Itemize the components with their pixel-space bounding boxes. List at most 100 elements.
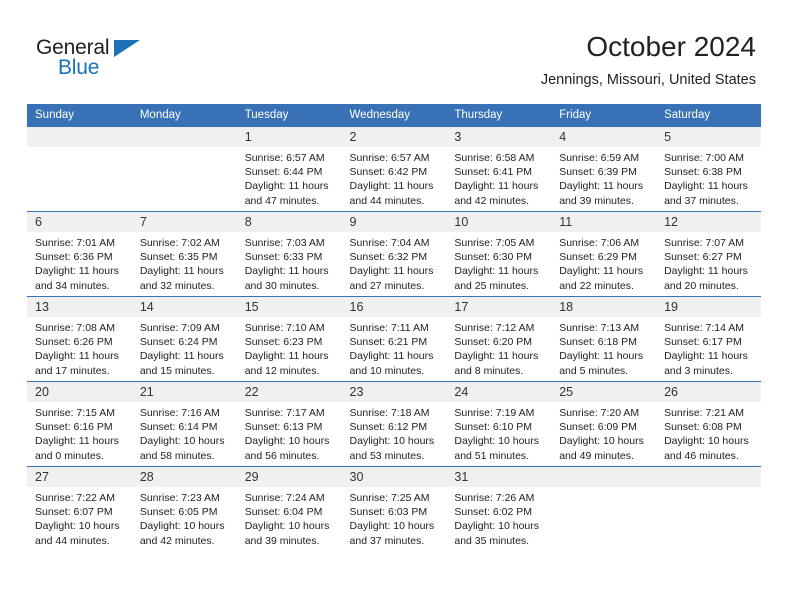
day-details: Sunrise: 7:26 AM Sunset: 6:02 PM Daylight:…	[446, 487, 551, 548]
sunrise-text: Sunrise: 7:02 AM	[139, 237, 220, 249]
calendar-day-cell[interactable]: 11 Sunrise: 7:06 AM Sunset: 6:29 PM Dayligh…	[551, 211, 657, 297]
calendar-day-cell[interactable]: 14 Sunrise: 7:09 AM Sunset: 6:24 PM Dayligh…	[131, 296, 237, 382]
sunrise-text: Sunrise: 6:58 AM	[454, 152, 535, 164]
calendar-day-cell[interactable]: 19 Sunrise: 7:14 AM Sunset: 6:17 PM Dayligh…	[656, 296, 761, 382]
calendar-body: 1 Sunrise: 6:57 AM Sunset: 6:44 PM Daylight…	[27, 126, 761, 551]
calendar-day-cell[interactable]: 31 Sunrise: 7:26 AM Sunset: 6:02 PM Dayligh…	[446, 466, 552, 551]
day-number: 24	[446, 382, 552, 402]
calendar-day-cell[interactable]: 10 Sunrise: 7:05 AM Sunset: 6:30 PM Dayligh…	[446, 211, 552, 297]
sunrise-text: Sunrise: 7:11 AM	[349, 322, 429, 334]
daylight-text: Daylight: 11 hours	[35, 265, 119, 278]
day-number: 17	[446, 297, 552, 317]
triangle-flag-icon	[114, 40, 140, 57]
daylight-text: Daylight: 11 hours	[244, 180, 329, 193]
weekday-header-monday: Monday	[131, 104, 237, 127]
day-number: 3	[446, 127, 552, 147]
calendar-day-cell[interactable]: 7 Sunrise: 7:02 AM Sunset: 6:35 PM Daylight…	[131, 211, 237, 297]
calendar-day-cell[interactable]: 25 Sunrise: 7:20 AM Sunset: 6:09 PM Dayligh…	[551, 381, 657, 467]
daylight-text: Daylight: 11 hours	[454, 180, 539, 193]
sunset-text: Sunset: 6:27 PM	[664, 251, 742, 264]
calendar-day-cell[interactable]: 15 Sunrise: 7:10 AM Sunset: 6:23 PM Dayligh…	[236, 296, 342, 382]
calendar-day-cell[interactable]: 1 Sunrise: 6:57 AM Sunset: 6:44 PM Daylight…	[236, 126, 342, 212]
sunset-text: Sunset: 6:10 PM	[454, 421, 533, 434]
day-number: 4	[551, 127, 657, 147]
day-details: Sunrise: 7:05 AM Sunset: 6:30 PM Daylight:…	[446, 232, 551, 293]
calendar-day-cell[interactable]: 12 Sunrise: 7:07 AM Sunset: 6:27 PM Dayligh…	[656, 211, 761, 297]
calendar-day-cell[interactable]: 30 Sunrise: 7:25 AM Sunset: 6:03 PM Dayligh…	[341, 466, 447, 551]
daylight-text: Daylight: 10 hours	[139, 520, 225, 533]
sunrise-text: Sunrise: 7:07 AM	[664, 237, 745, 249]
sunrise-text: Sunrise: 7:20 AM	[559, 407, 640, 419]
calendar-day-cell[interactable]: 27 Sunrise: 7:22 AM Sunset: 6:07 PM Dayligh…	[27, 466, 132, 551]
calendar-day-cell[interactable]: 3 Sunrise: 6:58 AM Sunset: 6:41 PM Daylight…	[446, 126, 552, 212]
calendar-week-row: 1 Sunrise: 6:57 AM Sunset: 6:44 PM Daylight…	[27, 126, 761, 212]
day-number: 8	[236, 212, 342, 232]
brand-logo[interactable]: General Blue	[36, 36, 166, 82]
daylight-text: Daylight: 11 hours	[559, 350, 644, 363]
day-number: 16	[341, 297, 447, 317]
calendar-week-row: 27 Sunrise: 7:22 AM Sunset: 6:07 PM Dayligh…	[27, 466, 761, 551]
daylight-text: and 56 minutes.	[244, 449, 320, 462]
calendar-day-cell[interactable]: 16 Sunrise: 7:11 AM Sunset: 6:21 PM Dayligh…	[341, 296, 447, 382]
day-number: 11	[551, 212, 657, 232]
sunrise-text: Sunrise: 7:26 AM	[454, 492, 535, 504]
daylight-text: and 51 minutes.	[454, 449, 530, 462]
sunset-text: Sunset: 6:18 PM	[559, 336, 637, 349]
calendar-day-cell[interactable]: 4 Sunrise: 6:59 AM Sunset: 6:39 PM Daylight…	[551, 126, 657, 212]
calendar-day-cell[interactable]: 18 Sunrise: 7:13 AM Sunset: 6:18 PM Dayligh…	[551, 296, 657, 382]
day-number: 30	[341, 467, 447, 487]
daylight-text: and 0 minutes.	[35, 449, 104, 462]
sunset-text: Sunset: 6:21 PM	[349, 336, 428, 349]
day-number: 31	[446, 467, 552, 487]
daylight-text: and 58 minutes.	[139, 449, 215, 462]
daylight-text: Daylight: 11 hours	[664, 180, 748, 193]
calendar-day-cell[interactable]: 29 Sunrise: 7:24 AM Sunset: 6:04 PM Dayligh…	[236, 466, 342, 551]
calendar-day-cell[interactable]: 20 Sunrise: 7:15 AM Sunset: 6:16 PM Dayligh…	[27, 381, 132, 467]
calendar-day-cell[interactable]: 22 Sunrise: 7:17 AM Sunset: 6:13 PM Dayligh…	[236, 381, 342, 467]
calendar-day-cell[interactable]: 8 Sunrise: 7:03 AM Sunset: 6:33 PM Daylight…	[236, 211, 342, 297]
day-details: Sunrise: 7:18 AM Sunset: 6:12 PM Daylight:…	[342, 402, 447, 463]
sunrise-text: Sunrise: 7:01 AM	[35, 237, 115, 249]
daylight-text: and 5 minutes.	[559, 364, 629, 377]
calendar-day-cell[interactable]: 21 Sunrise: 7:16 AM Sunset: 6:14 PM Dayligh…	[131, 381, 237, 467]
calendar-day-cell[interactable]: 17 Sunrise: 7:12 AM Sunset: 6:20 PM Dayligh…	[446, 296, 552, 382]
daylight-text: Daylight: 10 hours	[244, 520, 330, 533]
day-number: 10	[446, 212, 552, 232]
calendar-day-cell-empty	[131, 126, 237, 212]
day-number: 1	[236, 127, 342, 147]
daylight-text: and 35 minutes.	[454, 534, 530, 547]
calendar-day-cell[interactable]: 2 Sunrise: 6:57 AM Sunset: 6:42 PM Daylight…	[341, 126, 447, 212]
calendar-day-cell[interactable]: 28 Sunrise: 7:23 AM Sunset: 6:05 PM Dayligh…	[131, 466, 237, 551]
day-number	[551, 467, 657, 487]
calendar-day-cell[interactable]: 23 Sunrise: 7:18 AM Sunset: 6:12 PM Dayligh…	[341, 381, 447, 467]
sunset-text: Sunset: 6:33 PM	[244, 251, 323, 264]
sunset-text: Sunset: 6:24 PM	[139, 336, 218, 349]
calendar-day-cell[interactable]: 5 Sunrise: 7:00 AM Sunset: 6:38 PM Daylight…	[656, 126, 761, 212]
calendar-day-cell[interactable]: 26 Sunrise: 7:21 AM Sunset: 6:08 PM Dayligh…	[656, 381, 761, 467]
day-number: 27	[27, 467, 132, 487]
day-number: 13	[27, 297, 132, 317]
day-details: Sunrise: 7:09 AM Sunset: 6:24 PM Daylight:…	[132, 317, 237, 378]
daylight-text: and 44 minutes.	[349, 194, 425, 207]
day-number: 29	[236, 467, 342, 487]
sunset-text: Sunset: 6:23 PM	[244, 336, 323, 349]
sunset-text: Sunset: 6:17 PM	[664, 336, 742, 349]
daylight-text: and 30 minutes.	[244, 279, 320, 292]
sunrise-text: Sunrise: 7:23 AM	[139, 492, 220, 504]
calendar-day-cell[interactable]: 13 Sunrise: 7:08 AM Sunset: 6:26 PM Dayligh…	[27, 296, 132, 382]
sunset-text: Sunset: 6:32 PM	[349, 251, 428, 264]
weekday-header-tuesday: Tuesday	[236, 104, 342, 127]
daylight-text: and 12 minutes.	[244, 364, 320, 377]
daylight-text: and 8 minutes.	[454, 364, 524, 377]
calendar-day-cell[interactable]: 9 Sunrise: 7:04 AM Sunset: 6:32 PM Daylight…	[341, 211, 447, 297]
day-details: Sunrise: 7:07 AM Sunset: 6:27 PM Daylight:…	[656, 232, 761, 293]
calendar-day-cell[interactable]: 24 Sunrise: 7:19 AM Sunset: 6:10 PM Dayligh…	[446, 381, 552, 467]
day-number	[656, 467, 761, 487]
calendar-day-cell[interactable]: 6 Sunrise: 7:01 AM Sunset: 6:36 PM Daylight…	[27, 211, 132, 297]
daylight-text: and 39 minutes.	[244, 534, 320, 547]
day-details: Sunrise: 7:17 AM Sunset: 6:13 PM Daylight:…	[237, 402, 342, 463]
day-number: 21	[131, 382, 237, 402]
day-details: Sunrise: 7:25 AM Sunset: 6:03 PM Daylight:…	[342, 487, 447, 548]
daylight-text: Daylight: 10 hours	[139, 435, 225, 448]
sunset-text: Sunset: 6:39 PM	[559, 166, 637, 179]
